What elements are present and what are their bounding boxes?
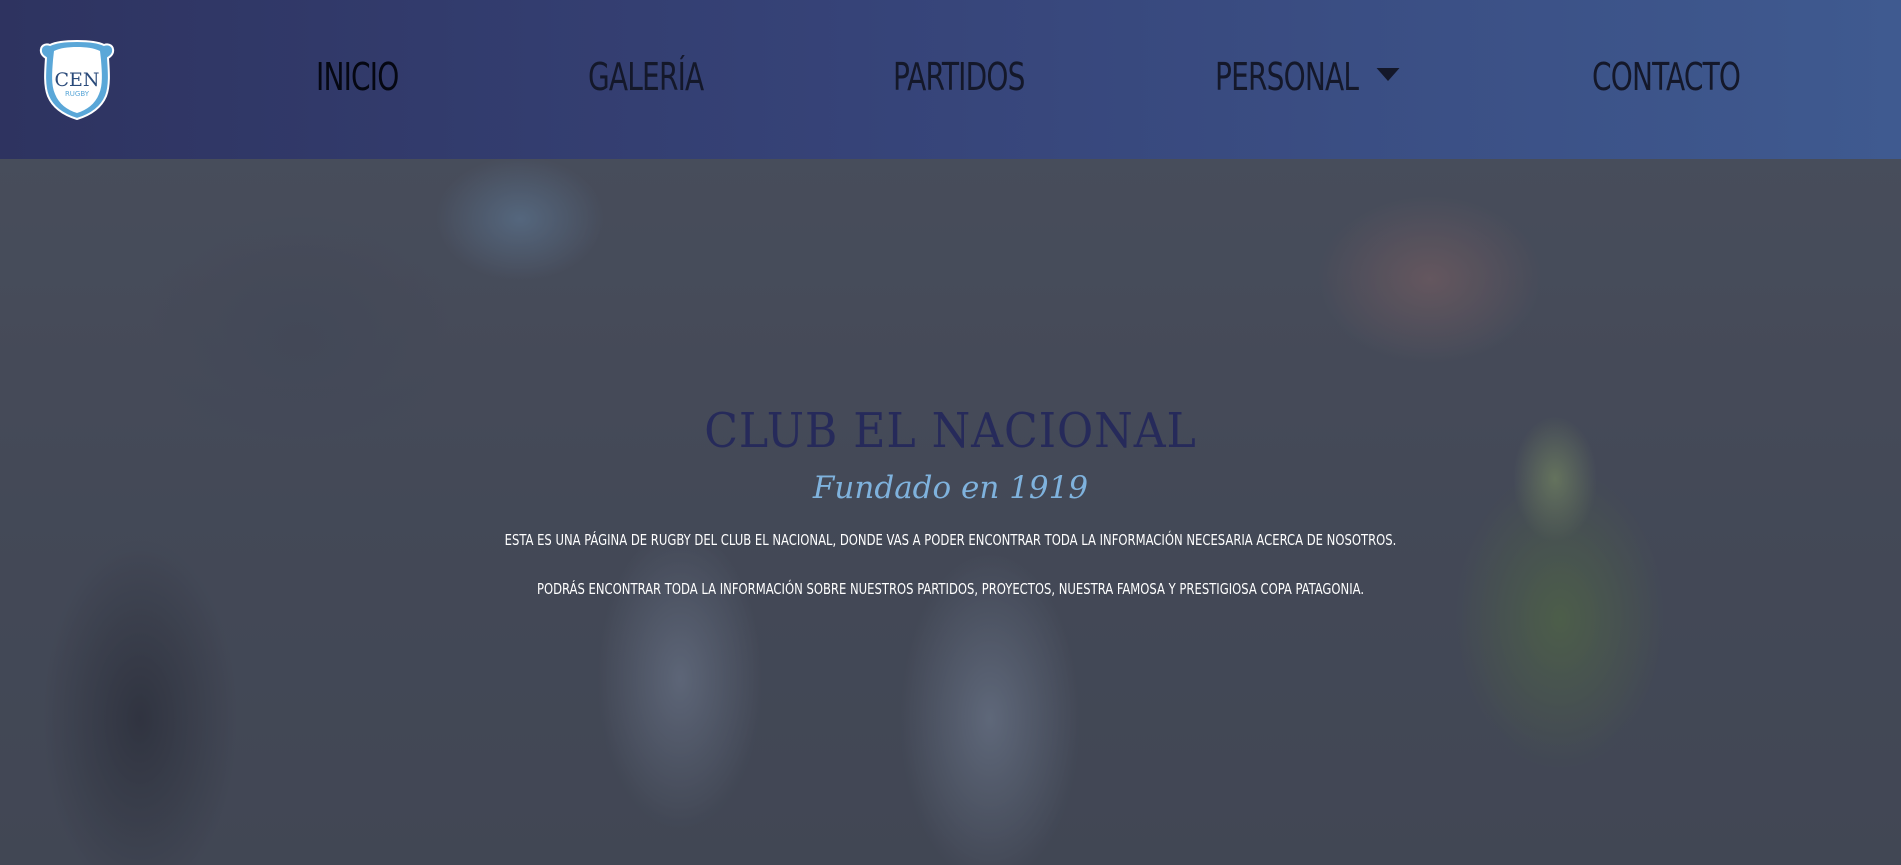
nav-item-galeria[interactable]: GALERÍA	[588, 50, 704, 104]
page: CEN RUGBY INICIO GALERÍA PARTIDOS PERSON…	[0, 0, 1901, 865]
nav-item-label: INICIO	[316, 55, 399, 99]
club-logo-link[interactable]: CEN RUGBY	[36, 38, 118, 122]
club-crest-logo: CEN RUGBY	[39, 39, 115, 121]
nav-item-partidos[interactable]: PARTIDOS	[893, 50, 1025, 104]
logo-text: CEN	[54, 69, 99, 91]
nav-item-label: GALERÍA	[588, 55, 704, 99]
nav-item-label: PERSONAL	[1215, 55, 1359, 99]
hero-title: CLUB EL NACIONAL	[704, 403, 1197, 459]
nav-item-label: PARTIDOS	[893, 55, 1025, 99]
hero-content: CLUB EL NACIONAL Fundado en 1919 Esta es…	[0, 159, 1901, 865]
hero-section: CLUB EL NACIONAL Fundado en 1919 Esta es…	[0, 159, 1901, 865]
nav-item-label: CONTACTO	[1592, 55, 1741, 99]
logo-subtext: RUGBY	[65, 90, 90, 98]
hero-subtitle: Fundado en 1919	[812, 470, 1089, 506]
hero-paragraph: Podrás encontrar toda la información sob…	[536, 580, 1365, 598]
nav-item-inicio[interactable]: INICIO	[316, 50, 399, 104]
navbar: CEN RUGBY INICIO GALERÍA PARTIDOS PERSON…	[0, 0, 1901, 159]
caret-down-icon	[1376, 67, 1400, 81]
hero-paragraph: Esta es una página de rugby del club El …	[504, 531, 1397, 549]
nav-item-contacto[interactable]: CONTACTO	[1592, 50, 1741, 104]
nav-item-personal-dropdown[interactable]: PERSONAL	[1215, 50, 1400, 104]
